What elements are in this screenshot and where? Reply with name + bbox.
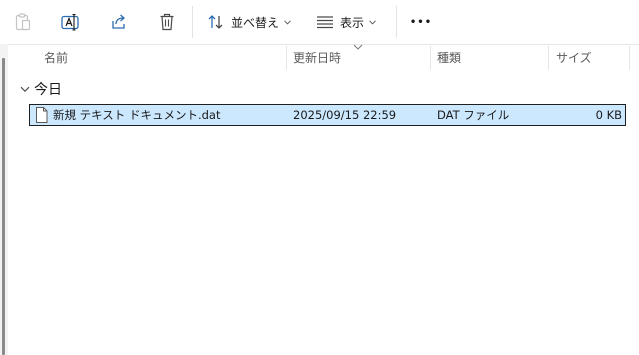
chevron-down-icon	[369, 19, 376, 25]
sort-indicator-icon	[353, 44, 363, 50]
column-divider[interactable]	[548, 46, 549, 70]
column-header-type[interactable]: 種類	[437, 44, 547, 70]
list-view-icon	[317, 16, 333, 29]
column-header-name-label: 名前	[44, 50, 69, 65]
column-header-size-label: サイズ	[556, 50, 592, 65]
sort-button[interactable]: 並べ替え	[207, 8, 293, 36]
command-bar: 並べ替え 表示 •••	[0, 0, 639, 45]
sort-icon	[208, 15, 223, 29]
column-divider[interactable]	[286, 46, 287, 70]
column-header-size[interactable]: サイズ	[556, 44, 626, 70]
view-label: 表示	[340, 15, 365, 30]
file-size: 0 KB	[595, 108, 622, 122]
paste-icon	[15, 13, 31, 31]
file-row-selected[interactable]: 新規 テキスト ドキュメント.dat 2025/09/15 22:59 DAT …	[29, 104, 626, 126]
column-header-name[interactable]: 名前	[44, 44, 284, 70]
group-label: 今日	[34, 82, 62, 98]
file-date-modified: 2025/09/15 22:59	[293, 108, 397, 122]
more-icon: •••	[409, 16, 433, 28]
sort-label: 並べ替え	[231, 15, 280, 30]
view-button[interactable]: 表示	[316, 8, 382, 36]
file-name: 新規 テキスト ドキュメント.dat	[53, 108, 221, 122]
chevron-down-icon	[284, 19, 291, 25]
trash-icon	[160, 13, 174, 31]
more-options-button[interactable]: •••	[408, 8, 434, 36]
rename-icon	[61, 13, 79, 31]
paste-button[interactable]	[10, 8, 36, 36]
scrollbar-thumb[interactable]	[2, 58, 5, 355]
column-header-type-label: 種類	[437, 50, 462, 65]
toolbar-separator	[192, 6, 193, 38]
share-button[interactable]	[106, 8, 132, 36]
rename-button[interactable]	[58, 8, 84, 36]
column-divider[interactable]	[430, 46, 431, 70]
group-header-today[interactable]: 今日	[20, 79, 62, 99]
column-header-row: 名前 更新日時 種類 サイズ	[8, 44, 639, 70]
delete-button[interactable]	[154, 8, 180, 36]
file-icon	[36, 107, 48, 123]
toolbar-separator	[396, 6, 397, 38]
file-type: DAT ファイル	[437, 108, 510, 122]
column-header-date-label: 更新日時	[293, 50, 342, 65]
column-divider[interactable]	[629, 46, 630, 70]
share-icon	[112, 14, 125, 29]
chevron-down-icon	[20, 86, 30, 92]
